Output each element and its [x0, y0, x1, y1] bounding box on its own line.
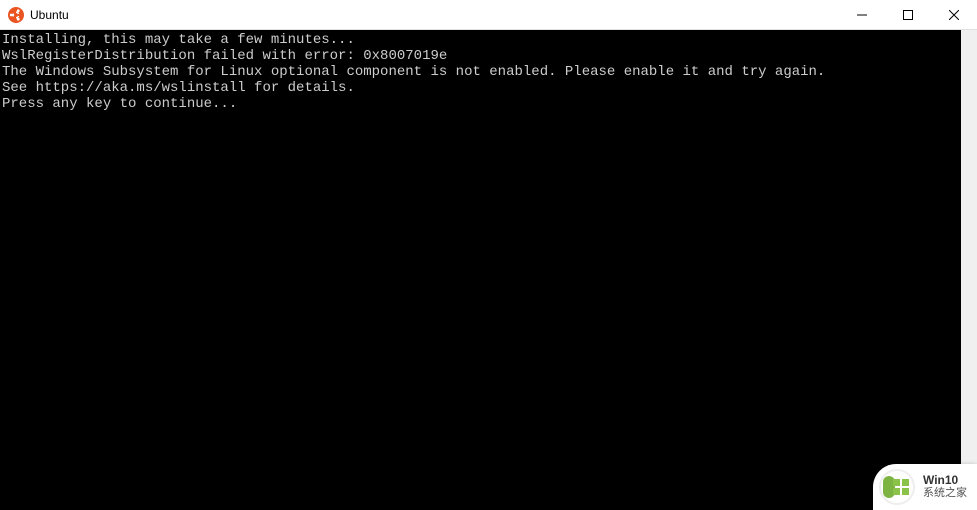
vertical-scrollbar[interactable] — [961, 30, 977, 510]
watermark-badge: Win10 系统之家 — [873, 464, 977, 510]
watermark-icon — [879, 469, 915, 505]
watermark-text: Win10 系统之家 — [923, 474, 967, 500]
terminal-line: Installing, this may take a few minutes.… — [2, 32, 355, 48]
maximize-button[interactable] — [885, 0, 931, 29]
terminal-line: See https://aka.ms/wslinstall for detail… — [2, 80, 355, 96]
close-button[interactable] — [931, 0, 977, 29]
window-titlebar: Ubuntu — [0, 0, 977, 30]
titlebar-left: Ubuntu — [0, 7, 69, 23]
terminal-output[interactable]: Installing, this may take a few minutes.… — [0, 30, 961, 510]
watermark-line2: 系统之家 — [923, 487, 967, 500]
windows-logo-icon — [893, 479, 909, 495]
window-controls — [839, 0, 977, 29]
minimize-button[interactable] — [839, 0, 885, 29]
ubuntu-icon — [8, 7, 24, 23]
scrollbar-thumb[interactable] — [961, 30, 977, 510]
watermark-line1: Win10 — [923, 474, 967, 487]
window-title: Ubuntu — [30, 8, 69, 22]
terminal-line: Press any key to continue... — [2, 96, 237, 112]
terminal-line: The Windows Subsystem for Linux optional… — [2, 64, 825, 80]
terminal-line: WslRegisterDistribution failed with erro… — [2, 48, 447, 64]
